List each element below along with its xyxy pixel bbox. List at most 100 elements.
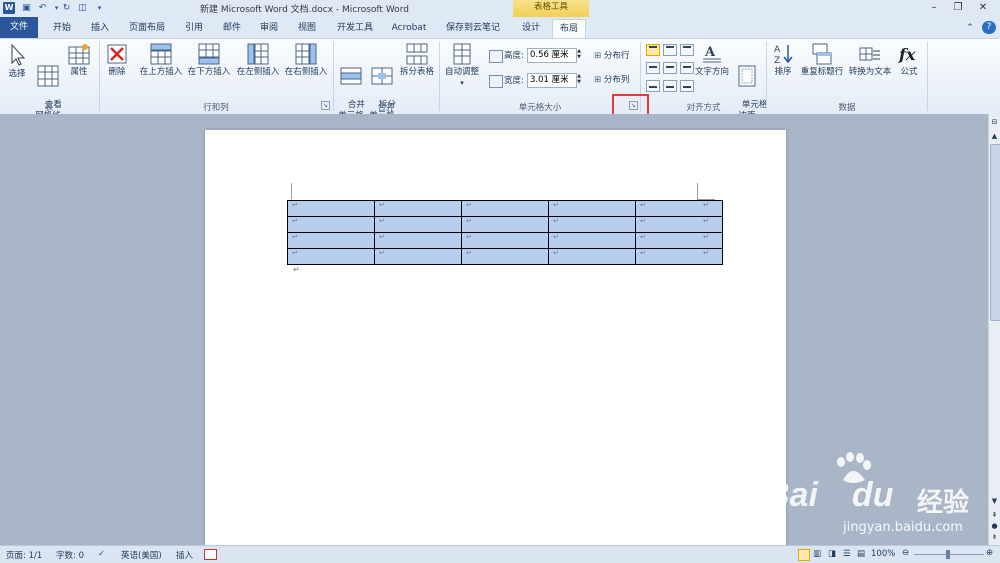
ruler-toggle-icon[interactable]: ⊟	[990, 118, 999, 128]
split-table-button[interactable]: 拆分表格	[398, 43, 436, 78]
select-button[interactable]: 选择	[4, 43, 30, 80]
sort-button[interactable]: AZ 排序	[770, 43, 796, 78]
table-cell[interactable]: ↵	[548, 248, 636, 265]
proofing-icon[interactable]: ✓	[98, 549, 105, 559]
zoom-slider-thumb[interactable]	[946, 550, 950, 559]
document-page[interactable]	[205, 130, 786, 546]
align-bottom-right-button[interactable]	[680, 80, 694, 92]
draft-view-icon[interactable]: ▤	[857, 549, 865, 559]
table-cell[interactable]: ↵	[461, 248, 549, 265]
print-preview-icon[interactable]: ◫	[76, 2, 89, 14]
tab-file[interactable]: 文件	[0, 17, 38, 38]
table-row[interactable]: ↵ ↵ ↵ ↵ ↵	[287, 232, 723, 249]
table-cell[interactable]: ↵	[548, 200, 636, 217]
table-row[interactable]: ↵ ↵ ↵ ↵ ↵	[287, 248, 723, 265]
zoom-level[interactable]: 100%	[871, 549, 895, 559]
table-row[interactable]: ↵ ↵ ↵ ↵ ↵	[287, 216, 723, 233]
tab-acrobat[interactable]: Acrobat	[389, 19, 429, 37]
zoom-out-icon[interactable]: ⊖	[902, 548, 909, 558]
scroll-down-icon[interactable]: ▼	[990, 497, 999, 507]
web-layout-icon[interactable]: ◨	[828, 549, 836, 559]
zoom-in-icon[interactable]: ⊕	[986, 548, 993, 558]
table-cell[interactable]: ↵	[374, 232, 462, 249]
distribute-columns-button[interactable]: ⊞ 分布列	[594, 75, 636, 86]
insert-left-button[interactable]: 在左侧插入	[235, 43, 281, 78]
convert-to-text-button[interactable]: 转换为文本	[847, 43, 893, 78]
tab-insert[interactable]: 插入	[85, 19, 115, 37]
align-top-right-button[interactable]	[680, 44, 694, 56]
tab-save-to-cloud[interactable]: 保存到云笔记	[443, 19, 503, 37]
redo-icon[interactable]: ↻	[60, 2, 73, 14]
tab-review[interactable]: 审阅	[255, 19, 283, 37]
tab-mailings[interactable]: 邮件	[218, 19, 246, 37]
print-layout-view-icon[interactable]	[798, 549, 810, 561]
table-cell[interactable]: ↵	[374, 200, 462, 217]
tab-layout[interactable]: 布局	[552, 19, 586, 38]
browse-object-icon[interactable]: ●	[990, 522, 999, 532]
scrollbar-thumb[interactable]	[990, 144, 1000, 321]
table-cell[interactable]: ↵	[287, 216, 375, 233]
macro-record-icon[interactable]	[204, 549, 217, 560]
table-cell[interactable]: ↵	[287, 200, 375, 217]
tab-home[interactable]: 开始	[47, 19, 77, 37]
restore-icon[interactable]: ❐	[946, 1, 970, 15]
outline-view-icon[interactable]: ☰	[843, 549, 851, 559]
insert-right-button[interactable]: 在右侧插入	[283, 43, 329, 78]
tab-developer[interactable]: 开发工具	[333, 19, 377, 37]
insert-below-button[interactable]: 在下方插入	[186, 43, 232, 78]
rows-columns-launcher-icon[interactable]: ↘	[321, 101, 330, 110]
table-cell[interactable]: ↵	[287, 248, 375, 265]
ribbon-minimize-icon[interactable]: ⌃	[963, 19, 977, 37]
align-top-center-button[interactable]	[663, 44, 677, 56]
tab-view[interactable]: 视图	[293, 19, 321, 37]
align-top-left-button[interactable]	[646, 44, 660, 56]
customize-qat-icon[interactable]: ▾	[93, 2, 106, 14]
tab-design[interactable]: 设计	[517, 19, 545, 37]
align-middle-right-button[interactable]	[680, 62, 694, 74]
language-indicator[interactable]: 英语(美国)	[121, 549, 162, 561]
minimize-icon[interactable]: –	[922, 1, 946, 15]
close-icon[interactable]: ✕	[971, 1, 995, 15]
full-screen-reading-icon[interactable]: ▥	[813, 549, 821, 559]
undo-icon[interactable]: ↶	[36, 2, 49, 14]
table-cell[interactable]: ↵	[461, 200, 549, 217]
repeat-header-rows-button[interactable]: 重复标题行	[799, 43, 845, 78]
insert-mode-indicator[interactable]: 插入	[176, 549, 193, 561]
help-icon[interactable]: ?	[982, 21, 996, 34]
delete-button[interactable]: 删除	[104, 43, 130, 78]
autofit-button[interactable]: 自动调整 ▾	[442, 43, 482, 89]
table-cell[interactable]: ↵	[374, 216, 462, 233]
save-icon[interactable]: ▣	[20, 2, 33, 14]
column-width-spinner[interactable]: ▲ ▼	[575, 73, 583, 86]
page-count[interactable]: 页面: 1/1	[6, 549, 42, 561]
row-height-input[interactable]: 0.56 厘米	[527, 48, 577, 63]
align-top-left-icon	[649, 46, 657, 48]
previous-page-icon[interactable]: ⇞	[990, 511, 999, 521]
tab-references[interactable]: 引用	[180, 19, 208, 37]
align-middle-center-button[interactable]	[663, 62, 677, 74]
column-width-input[interactable]: 3.01 厘米	[527, 73, 577, 88]
align-bottom-center-button[interactable]	[663, 80, 677, 92]
align-bottom-left-button[interactable]	[646, 80, 660, 92]
tab-page-layout[interactable]: 页面布局	[125, 19, 169, 37]
table-cell[interactable]: ↵	[548, 232, 636, 249]
scroll-up-icon[interactable]: ▲	[990, 132, 999, 142]
align-middle-left-button[interactable]	[646, 62, 660, 74]
insert-above-button[interactable]: 在上方插入	[139, 43, 183, 78]
table-cell[interactable]: ↵	[548, 216, 636, 233]
table-cell[interactable]: ↵	[461, 216, 549, 233]
row-height-spinner[interactable]: ▲ ▼	[575, 48, 583, 61]
text-direction-button[interactable]: A 文字方向	[695, 43, 729, 78]
word-count[interactable]: 字数: 0	[56, 549, 84, 561]
document-table[interactable]: ↵ ↵ ↵ ↵ ↵ ↵ ↵ ↵ ↵ ↵ ↵ ↵ ↵ ↵ ↵ ↵ ↵ ↵ ↵ ↵	[287, 200, 723, 265]
table-cell[interactable]: ↵	[287, 232, 375, 249]
next-page-icon[interactable]: ⇟	[990, 533, 999, 543]
word-logo-icon[interactable]: W	[3, 2, 15, 14]
distribute-rows-button[interactable]: ⊞ 分布行	[594, 51, 636, 62]
table-row[interactable]: ↵ ↵ ↵ ↵ ↵	[287, 200, 723, 217]
formula-button[interactable]: fx 公式	[896, 43, 922, 78]
highlight-annotation-box	[612, 94, 649, 116]
properties-button[interactable]: 属性	[66, 43, 92, 78]
table-cell[interactable]: ↵	[374, 248, 462, 265]
table-cell[interactable]: ↵	[461, 232, 549, 249]
